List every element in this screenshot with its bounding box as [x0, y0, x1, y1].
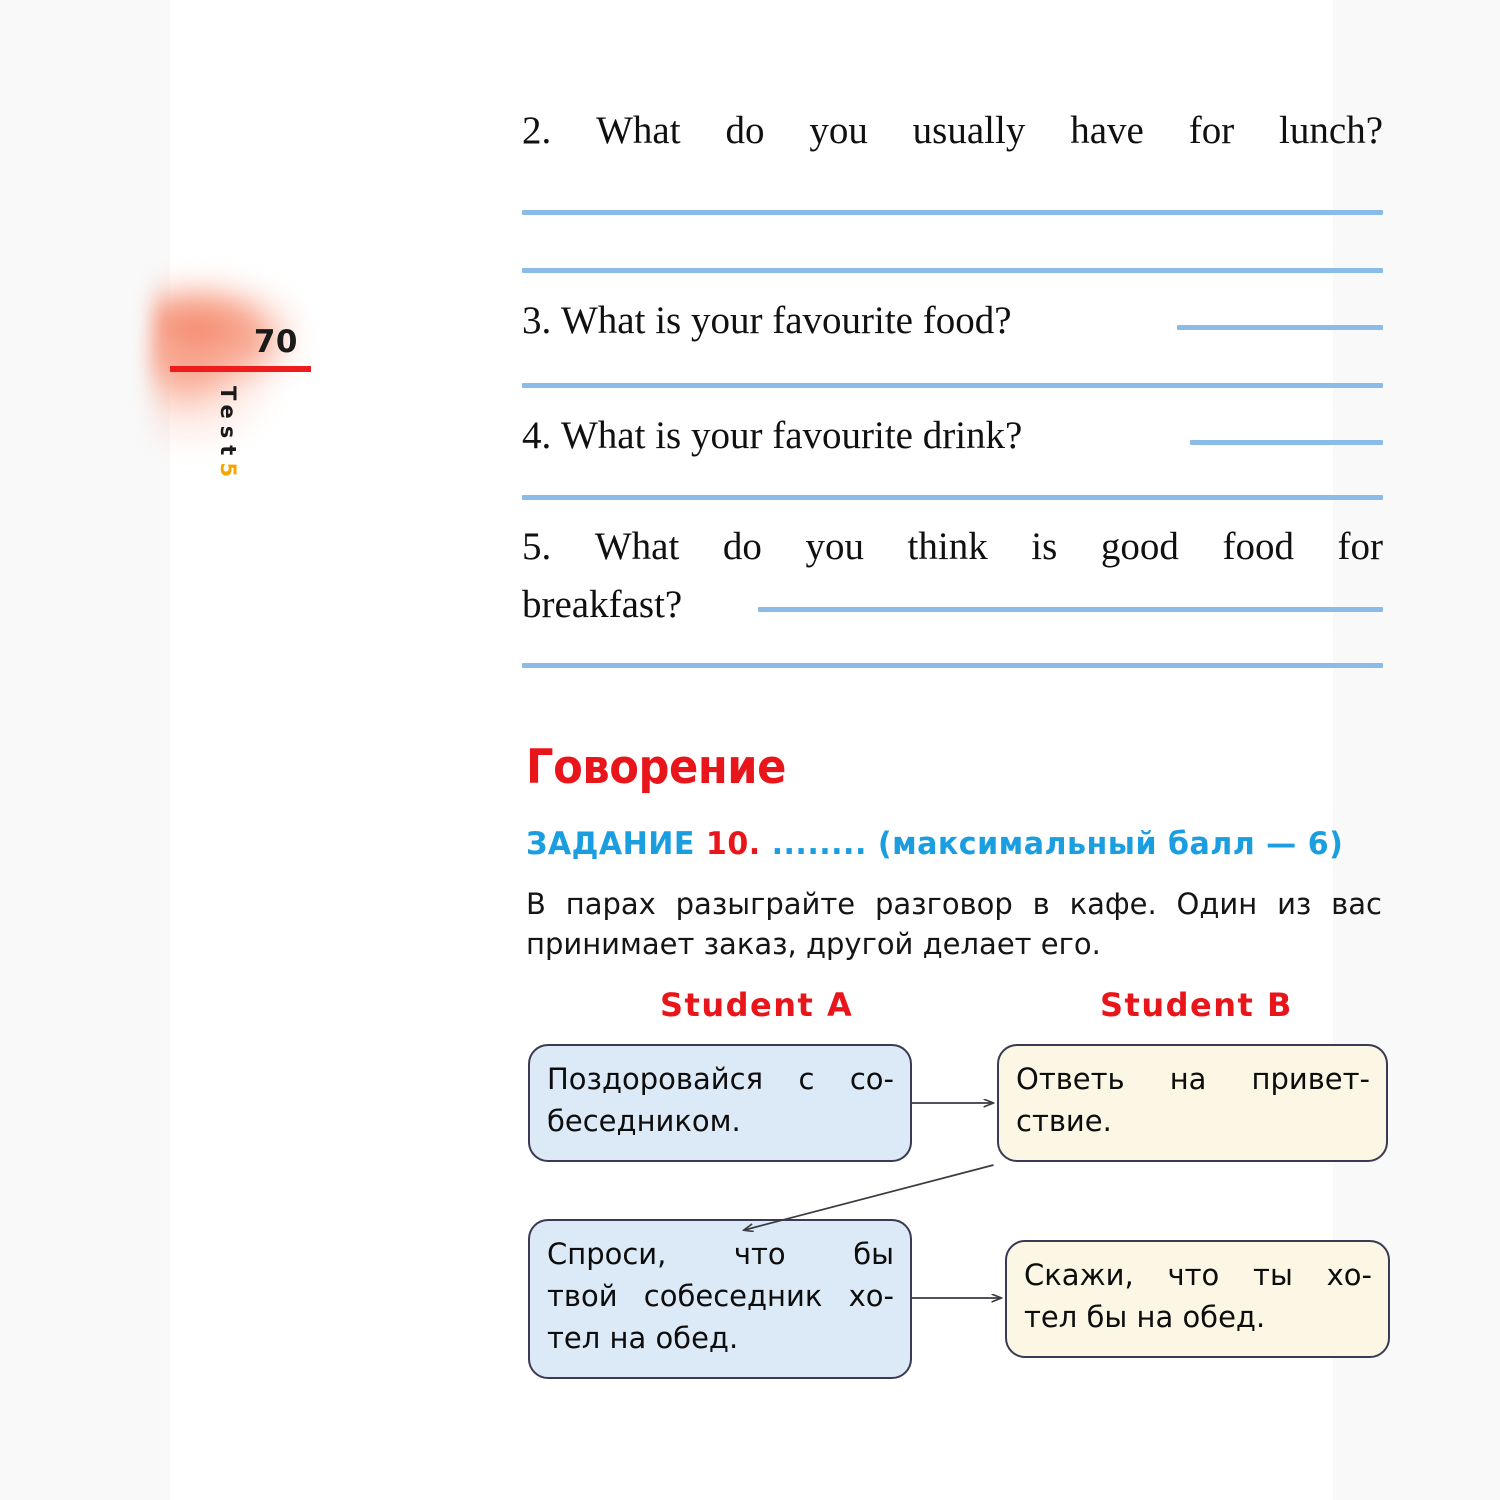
question-5-text: What do you think is good food for: [594, 525, 1384, 568]
answer-line-2[interactable]: [522, 268, 1383, 273]
question-4: 4. What is your favourite drink?: [522, 409, 1383, 463]
question-4-text: What is your favourite drink?: [561, 414, 1023, 457]
test-section-label: Test5: [200, 386, 240, 556]
task-description-line-2: принимает заказ, другой делает его.: [526, 927, 1101, 961]
answer-line-8[interactable]: [522, 663, 1383, 668]
dialogue-box-student-b-step-2[interactable]: Скажи, что ты хо-тел бы на обед.: [1005, 1240, 1390, 1358]
task-dots: ........: [771, 826, 867, 862]
answer-line-5[interactable]: [1190, 440, 1383, 445]
page-margin-tab: 70 Test5: [152, 240, 352, 540]
dialogue-box-a2-line-2: твой собеседник хо-: [547, 1279, 894, 1313]
task-header: ЗАДАНИЕ 10. ........ (максимальный балл …: [526, 826, 1343, 862]
question-3: 3. What is your favourite food?: [522, 294, 1383, 348]
student-b-label: Student B: [1100, 986, 1293, 1024]
dialogue-box-a1-line-1: Поздоровайся с со-: [547, 1062, 894, 1096]
page-number: 70: [253, 324, 298, 360]
task-number: 10.: [705, 826, 761, 862]
dialogue-box-a2-line-3: тел на обед.: [547, 1321, 739, 1355]
dialogue-box-b2-line-1: Скажи, что ты хо-: [1024, 1258, 1372, 1292]
dialogue-box-b2-line-2: тел бы на обед.: [1024, 1300, 1266, 1334]
test-number: 5: [216, 462, 240, 477]
task-points: (максимальный балл — 6): [877, 826, 1344, 862]
dialogue-box-b1-line-1: Ответь на привет-: [1016, 1062, 1370, 1096]
task-label: ЗАДАНИЕ: [526, 826, 695, 862]
dialogue-box-student-a-step-1[interactable]: Поздоровайся с со-беседником.: [528, 1044, 912, 1162]
answer-line-4[interactable]: [522, 383, 1383, 388]
page-sheet: 70 Test5 2. What do you usually have for…: [152, 0, 1390, 1500]
questions-section: 2. What do you usually have for lunch? 3…: [522, 104, 1383, 668]
page-number-rule: [170, 366, 311, 372]
question-3-number: 3.: [522, 299, 552, 342]
test-word: Test: [216, 386, 240, 463]
dialogue-box-student-a-step-2[interactable]: Спроси, что бы твой собеседник хо-тел на …: [528, 1219, 912, 1379]
answer-line-3[interactable]: [1177, 325, 1383, 330]
dialogue-box-b1-line-2: ствие.: [1016, 1104, 1112, 1138]
answer-line-1[interactable]: [522, 210, 1383, 215]
student-a-label: Student A: [660, 986, 854, 1024]
question-5-line-2: breakfast?: [522, 578, 1383, 632]
question-2-text: What do you usually have for lunch?: [596, 109, 1383, 152]
task-description: В парах разыграйте разговор в кафе. Один…: [526, 884, 1382, 964]
dialogue-box-a1-line-2: беседником.: [547, 1104, 741, 1138]
question-3-text: What is your favourite food?: [561, 299, 1012, 342]
speaking-section-heading: Говорение: [526, 740, 786, 795]
question-5-line-1: 5. What do you think is good food for: [522, 520, 1383, 574]
question-4-number: 4.: [522, 414, 552, 457]
dialogue-box-student-b-step-1[interactable]: Ответь на привет-ствие.: [997, 1044, 1388, 1162]
question-2-number: 2.: [522, 109, 552, 152]
task-description-line-1: В парах разыграйте разговор в кафе. Один…: [526, 887, 1382, 921]
dialogue-box-a2-line-1: Спроси, что бы: [547, 1237, 894, 1271]
question-5-number: 5.: [522, 525, 552, 568]
question-5-text-continued: breakfast?: [522, 583, 683, 626]
answer-line-6[interactable]: [522, 495, 1383, 500]
answer-line-7[interactable]: [758, 607, 1383, 612]
question-2: 2. What do you usually have for lunch?: [522, 104, 1383, 158]
